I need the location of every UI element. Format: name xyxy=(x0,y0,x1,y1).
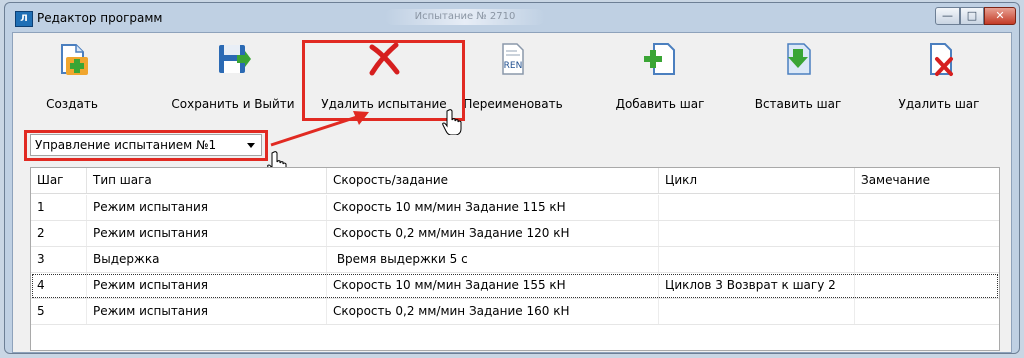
delete-step-x-icon xyxy=(930,43,953,76)
insert-step-icon xyxy=(787,43,811,75)
column-header-type[interactable]: Тип шага xyxy=(87,168,327,193)
close-button[interactable]: ✕ xyxy=(984,7,1016,25)
cell-step: 4 xyxy=(31,273,87,298)
maximize-button[interactable]: □ xyxy=(960,7,984,25)
column-header-step[interactable]: Шаг xyxy=(31,168,87,193)
create-label: Создать xyxy=(46,97,98,111)
cell-cycle xyxy=(659,221,855,246)
cell-step: 5 xyxy=(31,299,87,324)
cell-type: Режим испытания xyxy=(87,299,327,324)
test-select-dropdown[interactable]: Управление испытанием №1 xyxy=(30,134,262,156)
cell-speed: Скорость 10 мм/мин Задание 155 кН xyxy=(327,273,659,298)
hand-cursor-icon xyxy=(442,109,462,135)
cell-cycle xyxy=(659,247,855,272)
save-exit-button[interactable]: Сохранить и Выйти xyxy=(163,39,303,119)
cell-speed: Скорость 10 мм/мин Задание 115 кН xyxy=(327,195,659,220)
window-title: Редактор программ xyxy=(37,11,163,25)
editor-window: Л Редактор программ Испытание № 2710 — □… xyxy=(4,2,1020,354)
cell-cycle xyxy=(659,195,855,220)
table-row[interactable]: 2 Режим испытания Скорость 0,2 мм/мин За… xyxy=(31,221,999,247)
delete-test-highlight xyxy=(302,40,465,121)
delete-step-button[interactable]: Удалить шаг xyxy=(885,39,993,119)
cell-note xyxy=(855,195,999,220)
app-icon: Л xyxy=(15,11,33,27)
cell-cycle xyxy=(659,299,855,324)
column-header-cycle[interactable]: Цикл xyxy=(659,168,855,193)
cell-note xyxy=(855,247,999,272)
rename-label: Переименовать xyxy=(463,97,563,111)
rename-icon-text: REN xyxy=(504,61,523,71)
cell-step: 2 xyxy=(31,221,87,246)
column-header-speed[interactable]: Скорость/задание xyxy=(327,168,659,193)
cell-speed: Скорость 0,2 мм/мин Задание 120 кН xyxy=(327,221,659,246)
insert-step-button[interactable]: Вставить шаг xyxy=(743,39,853,119)
table-row-selected[interactable]: 4 Режим испытания Скорость 10 мм/мин Зад… xyxy=(31,273,999,299)
cell-speed: Время выдержки 5 с xyxy=(327,247,659,272)
cell-cycle: Циклов 3 Возврат к шагу 2 xyxy=(659,273,855,298)
create-button[interactable]: Создать xyxy=(27,39,117,119)
cell-type: Выдержка xyxy=(87,247,327,272)
delete-step-label: Удалить шаг xyxy=(898,97,980,111)
column-header-note[interactable]: Замечание xyxy=(855,168,999,193)
cell-note xyxy=(855,273,999,298)
save-exit-label: Сохранить и Выйти xyxy=(171,97,295,111)
cell-type: Режим испытания xyxy=(87,273,327,298)
title-bar[interactable]: Л Редактор программ Испытание № 2710 — □… xyxy=(5,3,1019,33)
rename-ren-icon: REN xyxy=(502,43,524,75)
table-row[interactable]: 5 Режим испытания Скорость 0,2 мм/мин За… xyxy=(31,299,999,325)
minimize-button[interactable]: — xyxy=(935,7,960,25)
test-select-value: Управление испытанием №1 xyxy=(35,138,217,152)
create-file-plus-icon xyxy=(61,44,88,75)
floppy-save-icon xyxy=(219,45,251,73)
rename-button[interactable]: REN Переименовать xyxy=(461,39,565,119)
cell-note xyxy=(855,221,999,246)
cell-type: Режим испытания xyxy=(87,195,327,220)
add-step-plus-icon xyxy=(644,43,675,75)
cell-step: 3 xyxy=(31,247,87,272)
cell-type: Режим испытания xyxy=(87,221,327,246)
add-step-button[interactable]: Добавить шаг xyxy=(605,39,715,119)
table-row[interactable]: 3 Выдержка Время выдержки 5 с xyxy=(31,247,999,273)
blurred-background-title: Испытание № 2710 xyxy=(385,9,545,25)
cell-step: 1 xyxy=(31,195,87,220)
cell-speed: Скорость 0,2 мм/мин Задание 160 кН xyxy=(327,299,659,324)
add-step-label: Добавить шаг xyxy=(615,97,705,111)
chevron-down-icon xyxy=(247,143,255,148)
steps-table: Шаг Тип шага Скорость/задание Цикл Замеч… xyxy=(30,167,1000,351)
cell-note xyxy=(855,299,999,324)
table-row[interactable]: 1 Режим испытания Скорость 10 мм/мин Зад… xyxy=(31,195,999,221)
client-area: Создать Сохранить и Выйти Удалить испыта… xyxy=(12,32,1012,353)
insert-step-label: Вставить шаг xyxy=(754,97,842,111)
table-header: Шаг Тип шага Скорость/задание Цикл Замеч… xyxy=(31,168,999,194)
